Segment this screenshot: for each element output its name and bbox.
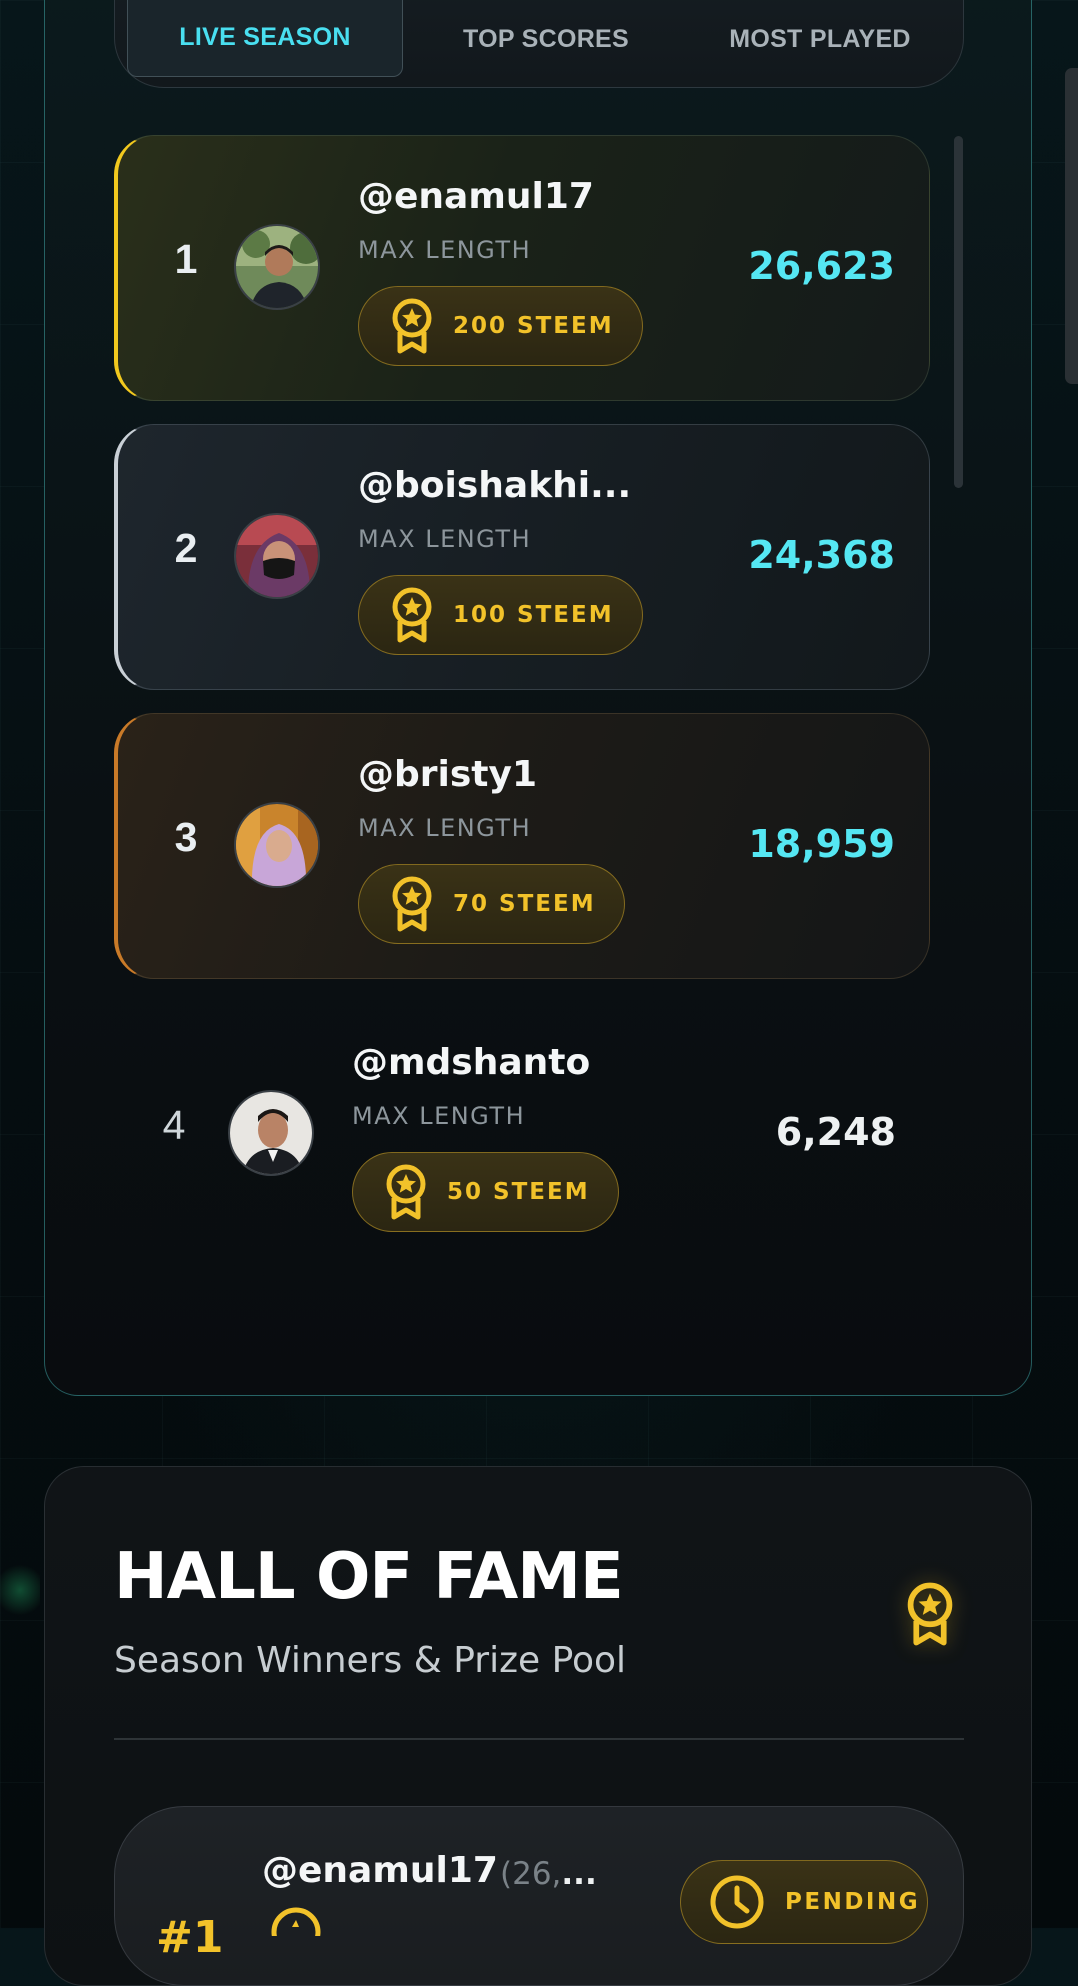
prize-badge: 50 STEEM [352, 1152, 619, 1232]
medal-star-icon [392, 298, 432, 354]
prize-amount: 50 STEEM [447, 1179, 590, 1205]
medal-star-icon [392, 876, 432, 932]
rank-number: 4 [162, 1102, 186, 1148]
hall-of-fame-title: HALL OF FAME [114, 1540, 624, 1614]
metric-label: MAX LENGTH [358, 525, 532, 553]
metric-label: MAX LENGTH [352, 1102, 526, 1130]
medal-star-icon [266, 1906, 326, 1936]
username[interactable]: @boishakhi... [358, 465, 631, 506]
avatar [234, 802, 320, 888]
leaderboard-entry[interactable]: 3 @bristy1 MAX LENGTH 70 STEEM 18,959 [114, 713, 930, 979]
leaderboard-tabs: LIVE SEASON TOP SCORES MOST PLAYED [114, 0, 964, 88]
divider [114, 1738, 964, 1740]
medal-star-icon [392, 587, 432, 643]
winner-score: (26,... [500, 1856, 597, 1892]
winner-rank: #1 [156, 1912, 224, 1963]
winner-username[interactable]: @enamul17 [262, 1850, 498, 1891]
prize-amount: 70 STEEM [453, 891, 596, 917]
tab-live-season[interactable]: LIVE SEASON [127, 0, 403, 77]
score: 18,959 [748, 822, 895, 866]
status-text: PENDING [785, 1889, 921, 1915]
winner-score-ellipsis: ... [561, 1856, 597, 1892]
username[interactable]: @mdshanto [352, 1042, 590, 1083]
avatar [234, 224, 320, 310]
rank-number: 1 [174, 236, 198, 282]
prize-badge: 70 STEEM [358, 864, 625, 944]
score: 6,248 [775, 1110, 896, 1154]
clock-icon [710, 1875, 764, 1929]
prize-amount: 100 STEEM [453, 602, 614, 628]
prize-amount: 200 STEEM [453, 313, 614, 339]
leaderboard-entry[interactable]: 1 @enamul17 MAX LENGTH 200 STEEM 26,623 [114, 135, 930, 401]
rank-number: 2 [174, 525, 198, 571]
avatar [234, 513, 320, 599]
tab-top-scores[interactable]: TOP SCORES [415, 1, 677, 77]
medal-star-icon [386, 1164, 426, 1220]
prize-badge: 200 STEEM [358, 286, 643, 366]
rank-number: 3 [174, 814, 198, 860]
winner-score-value: (26, [500, 1856, 562, 1892]
hall-of-fame-subtitle: Season Winners & Prize Pool [114, 1640, 627, 1681]
username[interactable]: @enamul17 [358, 176, 594, 217]
leaderboard-entry[interactable]: 4 @mdshanto MAX LENGTH 50 STEEM 6,248 [114, 1002, 930, 1268]
prize-badge: 100 STEEM [358, 575, 643, 655]
leaderboard-entry[interactable]: 2 @boishakhi... MAX LENGTH 100 STEEM 24,… [114, 424, 930, 690]
page-scrollbar-thumb[interactable] [1065, 68, 1078, 384]
status-badge: PENDING [680, 1860, 928, 1944]
medal-star-icon [907, 1582, 953, 1646]
leaderboard-scrollbar[interactable] [954, 136, 963, 488]
avatar [228, 1090, 314, 1176]
tab-most-played[interactable]: MOST PLAYED [689, 1, 951, 77]
score: 26,623 [748, 244, 895, 288]
score: 24,368 [748, 533, 895, 577]
metric-label: MAX LENGTH [358, 814, 532, 842]
username[interactable]: @bristy1 [358, 754, 537, 795]
background-glow [0, 1560, 40, 1620]
metric-label: MAX LENGTH [358, 236, 532, 264]
